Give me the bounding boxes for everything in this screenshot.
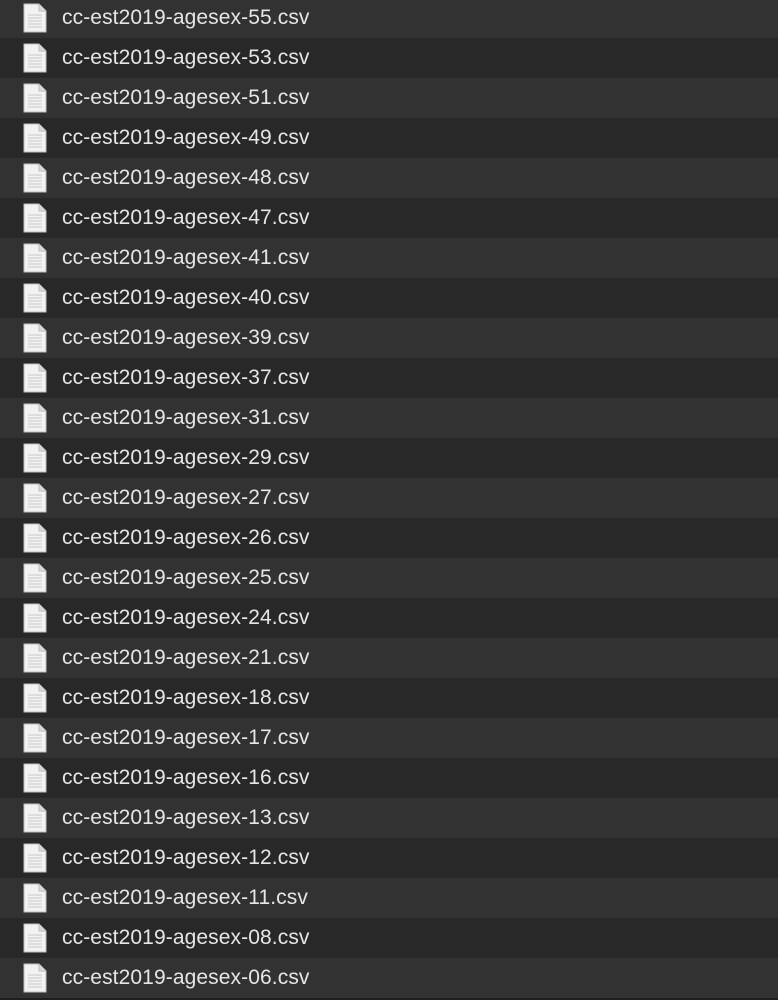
- document-icon: [23, 723, 47, 753]
- document-icon: [23, 803, 47, 833]
- file-row[interactable]: cc-est2019-agesex-31.csv: [0, 398, 778, 438]
- document-icon: [23, 123, 47, 153]
- file-row[interactable]: cc-est2019-agesex-49.csv: [0, 118, 778, 158]
- document-icon: [23, 843, 47, 873]
- document-icon: [23, 763, 47, 793]
- document-icon: [23, 643, 47, 673]
- document-icon: [23, 683, 47, 713]
- file-name: cc-est2019-agesex-51.csv: [62, 86, 310, 109]
- file-name: cc-est2019-agesex-24.csv: [62, 606, 310, 629]
- document-icon: [23, 963, 47, 993]
- file-name: cc-est2019-agesex-49.csv: [62, 126, 310, 149]
- document-icon: [23, 363, 47, 393]
- file-name: cc-est2019-agesex-37.csv: [62, 366, 310, 389]
- file-row[interactable]: cc-est2019-agesex-18.csv: [0, 678, 778, 718]
- file-row[interactable]: cc-est2019-agesex-26.csv: [0, 518, 778, 558]
- document-icon: [23, 603, 47, 633]
- file-row[interactable]: cc-est2019-agesex-06.csv: [0, 958, 778, 998]
- file-name: cc-est2019-agesex-47.csv: [62, 206, 310, 229]
- document-icon: [23, 3, 47, 33]
- document-icon: [23, 883, 47, 913]
- file-name: cc-est2019-agesex-12.csv: [62, 846, 310, 869]
- file-row[interactable]: cc-est2019-agesex-47.csv: [0, 198, 778, 238]
- file-name: cc-est2019-agesex-26.csv: [62, 526, 310, 549]
- file-name: cc-est2019-agesex-06.csv: [62, 966, 310, 989]
- file-name: cc-est2019-agesex-31.csv: [62, 406, 310, 429]
- file-list: cc-est2019-agesex-55.csv cc-est2019-ages…: [0, 0, 778, 998]
- file-name: cc-est2019-agesex-17.csv: [62, 726, 310, 749]
- file-row[interactable]: cc-est2019-agesex-29.csv: [0, 438, 778, 478]
- document-icon: [23, 563, 47, 593]
- document-icon: [23, 323, 47, 353]
- file-name: cc-est2019-agesex-29.csv: [62, 446, 310, 469]
- file-row[interactable]: cc-est2019-agesex-13.csv: [0, 798, 778, 838]
- file-row[interactable]: cc-est2019-agesex-08.csv: [0, 918, 778, 958]
- document-icon: [23, 283, 47, 313]
- file-row[interactable]: cc-est2019-agesex-39.csv: [0, 318, 778, 358]
- file-row[interactable]: cc-est2019-agesex-25.csv: [0, 558, 778, 598]
- file-name: cc-est2019-agesex-55.csv: [62, 6, 310, 29]
- file-name: cc-est2019-agesex-40.csv: [62, 286, 310, 309]
- file-row[interactable]: cc-est2019-agesex-51.csv: [0, 78, 778, 118]
- document-icon: [23, 523, 47, 553]
- file-name: cc-est2019-agesex-11.csv: [62, 886, 308, 909]
- file-row[interactable]: cc-est2019-agesex-41.csv: [0, 238, 778, 278]
- file-name: cc-est2019-agesex-13.csv: [62, 806, 310, 829]
- file-row[interactable]: cc-est2019-agesex-21.csv: [0, 638, 778, 678]
- document-icon: [23, 83, 47, 113]
- file-row[interactable]: cc-est2019-agesex-12.csv: [0, 838, 778, 878]
- file-row[interactable]: cc-est2019-agesex-11.csv: [0, 878, 778, 918]
- file-name: cc-est2019-agesex-41.csv: [62, 246, 310, 269]
- file-row[interactable]: cc-est2019-agesex-16.csv: [0, 758, 778, 798]
- file-row[interactable]: cc-est2019-agesex-55.csv: [0, 0, 778, 38]
- file-row[interactable]: cc-est2019-agesex-37.csv: [0, 358, 778, 398]
- file-row[interactable]: cc-est2019-agesex-24.csv: [0, 598, 778, 638]
- document-icon: [23, 483, 47, 513]
- document-icon: [23, 923, 47, 953]
- file-name: cc-est2019-agesex-39.csv: [62, 326, 310, 349]
- file-row[interactable]: cc-est2019-agesex-27.csv: [0, 478, 778, 518]
- document-icon: [23, 203, 47, 233]
- file-name: cc-est2019-agesex-16.csv: [62, 766, 310, 789]
- document-icon: [23, 403, 47, 433]
- document-icon: [23, 243, 47, 273]
- file-name: cc-est2019-agesex-48.csv: [62, 166, 310, 189]
- file-name: cc-est2019-agesex-18.csv: [62, 686, 310, 709]
- document-icon: [23, 443, 47, 473]
- file-name: cc-est2019-agesex-53.csv: [62, 46, 310, 69]
- document-icon: [23, 43, 47, 73]
- document-icon: [23, 163, 47, 193]
- file-row[interactable]: cc-est2019-agesex-40.csv: [0, 278, 778, 318]
- file-name: cc-est2019-agesex-08.csv: [62, 926, 310, 949]
- file-row[interactable]: cc-est2019-agesex-53.csv: [0, 38, 778, 78]
- file-name: cc-est2019-agesex-27.csv: [62, 486, 310, 509]
- file-name: cc-est2019-agesex-25.csv: [62, 566, 310, 589]
- file-name: cc-est2019-agesex-21.csv: [62, 646, 310, 669]
- file-row[interactable]: cc-est2019-agesex-48.csv: [0, 158, 778, 198]
- file-row[interactable]: cc-est2019-agesex-17.csv: [0, 718, 778, 758]
